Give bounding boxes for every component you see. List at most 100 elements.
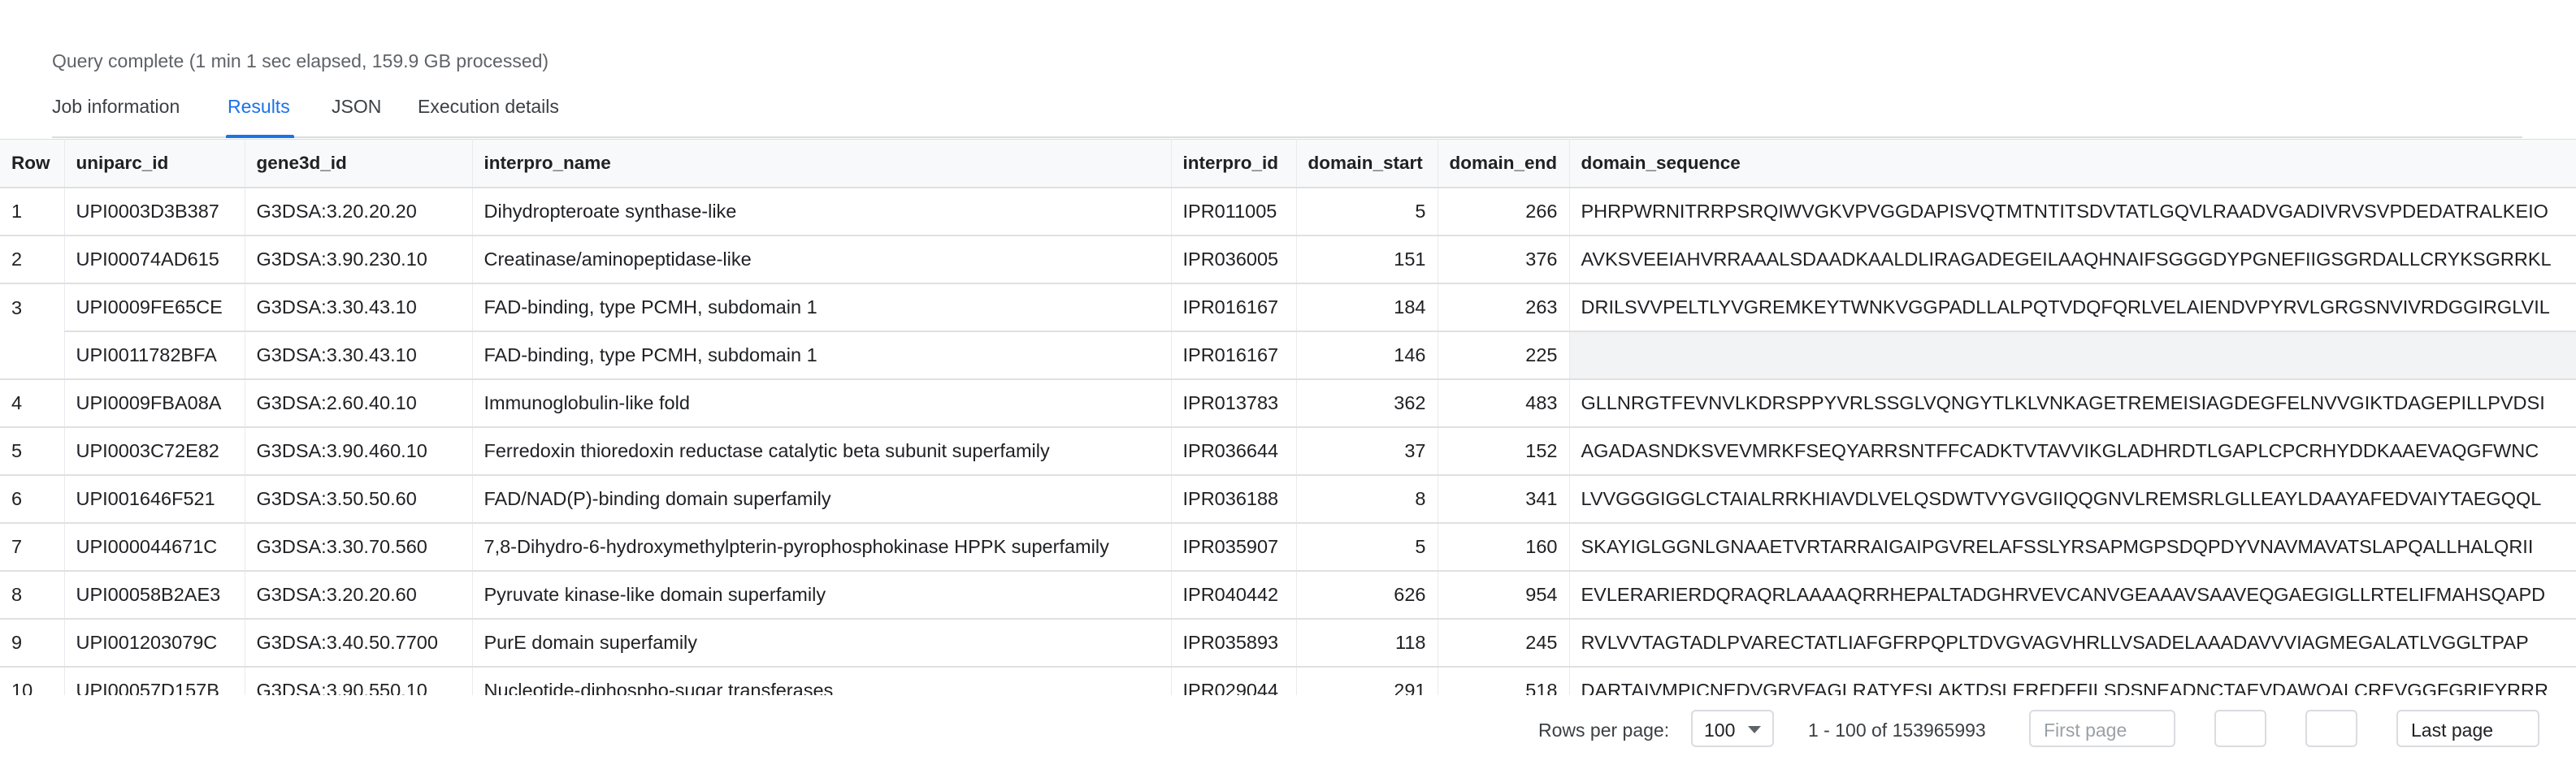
cell-interpro-id[interactable]: IPR035893 [1171, 619, 1297, 668]
tab-job-information[interactable]: Job information [52, 96, 180, 118]
cell-interpro-name[interactable]: Dihydropteroate synthase-like [472, 188, 1172, 236]
cell-domain-sequence[interactable]: GLLNRGTFEVNVLKDRSPPYVRLSSGLVQNGYTLKLVNKA… [1569, 379, 2576, 428]
cell-uniparc-id[interactable]: UPI000044671C [64, 523, 245, 572]
cell-gene3d-id[interactable]: G3DSA:3.50.50.60 [245, 475, 473, 524]
cell-domain-end[interactable]: 341 [1438, 475, 1570, 524]
column-header-interpro-id[interactable]: interpro_id [1171, 139, 1297, 188]
column-header-domain-end[interactable]: domain_end [1438, 139, 1570, 188]
cell-interpro-name[interactable]: FAD-binding, type PCMH, subdomain 1 [472, 331, 1172, 380]
cell-interpro-id[interactable]: IPR011005 [1171, 188, 1297, 236]
cell-domain-sequence[interactable]: AGADASNDKSVEVMRKFSEQYARRSNTFFCADKTVTAVVI… [1569, 427, 2576, 476]
cell-interpro-name[interactable]: 7,8-Dihydro-6-hydroxymethylpterin-pyroph… [472, 523, 1172, 572]
rows-per-page-select[interactable]: 100 [1691, 710, 1774, 747]
cell-interpro-id[interactable]: IPR035907 [1171, 523, 1297, 572]
cell-interpro-id[interactable]: IPR036644 [1171, 427, 1297, 476]
cell-domain-end[interactable]: 152 [1438, 427, 1570, 476]
column-header-domain-sequence[interactable]: domain_sequence [1569, 139, 2576, 188]
cell-gene3d-id[interactable]: G3DSA:3.90.230.10 [245, 236, 473, 284]
row-number: 9 [0, 619, 65, 668]
cell-domain-sequence[interactable]: SKAYIGLGGNLGNAAETVRTARRAIGAIPGVRELAFSSLY… [1569, 523, 2576, 572]
cell-domain-start[interactable]: 184 [1296, 283, 1438, 332]
cell-domain-start[interactable]: 5 [1296, 188, 1438, 236]
cell-gene3d-id[interactable]: G3DSA:3.30.43.10 [245, 283, 473, 332]
cell-domain-end[interactable]: 225 [1438, 331, 1570, 380]
column-header-row[interactable]: Row [0, 139, 65, 188]
cell-domain-start[interactable]: 146 [1296, 331, 1438, 380]
column-header-domain-start[interactable]: domain_start [1296, 139, 1438, 188]
cell-interpro-id[interactable]: IPR029044 [1171, 667, 1297, 695]
cell-uniparc-id[interactable]: UPI0003D3B387 [64, 188, 245, 236]
cell-interpro-name[interactable]: Nucleotide-diphospho-sugar transferases [472, 667, 1172, 695]
cell-gene3d-id[interactable]: G3DSA:3.90.550.10 [245, 667, 473, 695]
rows-per-page-label: Rows per page: [1538, 720, 1670, 741]
cell-uniparc-id[interactable]: UPI001646F521 [64, 475, 245, 524]
cell-uniparc-id[interactable]: UPI00058B2AE3 [64, 571, 245, 620]
cell-gene3d-id[interactable]: G3DSA:3.30.43.10 [245, 331, 473, 380]
cell-domain-end[interactable]: 263 [1438, 283, 1570, 332]
results-tabs: Job information Results JSON Execution d… [52, 86, 2522, 138]
cell-domain-start[interactable]: 151 [1296, 236, 1438, 284]
cell-domain-sequence[interactable]: AVKSVEEIAHVRRAAALSDAADKAALDLIRAGADEGEILA… [1569, 236, 2576, 284]
cell-interpro-name[interactable]: Immunoglobulin-like fold [472, 379, 1172, 428]
cell-gene3d-id[interactable]: G3DSA:3.90.460.10 [245, 427, 473, 476]
cell-gene3d-id[interactable]: G3DSA:3.20.20.20 [245, 188, 473, 236]
first-page-button[interactable]: First page [2029, 710, 2175, 747]
cell-interpro-id[interactable]: IPR016167 [1171, 331, 1297, 380]
cell-gene3d-id[interactable]: G3DSA:2.60.40.10 [245, 379, 473, 428]
cell-domain-end[interactable]: 160 [1438, 523, 1570, 572]
pagination-bar: Rows per page: 100 1 - 100 of 153965993 … [0, 695, 2576, 765]
cell-domain-end[interactable]: 376 [1438, 236, 1570, 284]
cell-domain-start[interactable]: 118 [1296, 619, 1438, 668]
cell-interpro-name[interactable]: Ferredoxin thioredoxin reductase catalyt… [472, 427, 1172, 476]
tab-execution-details[interactable]: Execution details [418, 96, 559, 118]
cell-domain-start[interactable]: 291 [1296, 667, 1438, 695]
table-row: 4 UPI0009FBA08A G3DSA:2.60.40.10 Immunog… [0, 379, 2576, 428]
next-page-button[interactable] [2305, 710, 2357, 747]
cell-uniparc-id[interactable]: UPI00074AD615 [64, 236, 245, 284]
cell-gene3d-id[interactable]: G3DSA:3.30.70.560 [245, 523, 473, 572]
cell-domain-end[interactable]: 483 [1438, 379, 1570, 428]
column-header-interpro-name[interactable]: interpro_name [472, 139, 1172, 188]
cell-uniparc-id[interactable]: UPI0011782BFA [64, 331, 245, 380]
cell-domain-end[interactable]: 245 [1438, 619, 1570, 668]
cell-interpro-name[interactable]: Creatinase/aminopeptidase-like [472, 236, 1172, 284]
cell-interpro-name[interactable]: PurE domain superfamily [472, 619, 1172, 668]
cell-domain-start[interactable]: 37 [1296, 427, 1438, 476]
cell-uniparc-id[interactable]: UPI00057D157B [64, 667, 245, 695]
cell-domain-start[interactable]: 8 [1296, 475, 1438, 524]
last-page-button[interactable]: Last page [2396, 710, 2539, 747]
tab-json[interactable]: JSON [332, 96, 381, 118]
cell-uniparc-id[interactable]: UPI001203079C [64, 619, 245, 668]
cell-domain-sequence[interactable]: RVLVVTAGTADLPVARECTATLIAFGFRPQPLTDVGVAGV… [1569, 619, 2576, 668]
cell-domain-start[interactable]: 5 [1296, 523, 1438, 572]
cell-domain-start[interactable]: 362 [1296, 379, 1438, 428]
cell-uniparc-id[interactable]: UPI0003C72E82 [64, 427, 245, 476]
cell-domain-sequence[interactable]: DARTAIVMPICNEDVGRVFAGLRATYESLAKTDSLERFDF… [1569, 667, 2576, 695]
cell-uniparc-id[interactable]: UPI0009FBA08A [64, 379, 245, 428]
cell-domain-end[interactable]: 266 [1438, 188, 1570, 236]
column-header-gene3d-id[interactable]: gene3d_id [245, 139, 473, 188]
results-grid: Row uniparc_id gene3d_id interpro_name i… [0, 139, 2576, 695]
cell-interpro-name[interactable]: Pyruvate kinase-like domain superfamily [472, 571, 1172, 620]
cell-interpro-name[interactable]: FAD/NAD(P)-binding domain superfamily [472, 475, 1172, 524]
cell-domain-sequence[interactable]: EVLERARIERDQRAQRLAAAAQRRHEPALTADGHRVEVCA… [1569, 571, 2576, 620]
cell-domain-end[interactable]: 954 [1438, 571, 1570, 620]
cell-interpro-id[interactable]: IPR016167 [1171, 283, 1297, 332]
cell-domain-end[interactable]: 518 [1438, 667, 1570, 695]
cell-interpro-name[interactable]: FAD-binding, type PCMH, subdomain 1 [472, 283, 1172, 332]
previous-page-button[interactable] [2214, 710, 2266, 747]
cell-gene3d-id[interactable]: G3DSA:3.20.20.60 [245, 571, 473, 620]
cell-domain-start[interactable]: 626 [1296, 571, 1438, 620]
cell-interpro-id[interactable]: IPR013783 [1171, 379, 1297, 428]
cell-interpro-id[interactable]: IPR036188 [1171, 475, 1297, 524]
cell-interpro-id[interactable]: IPR036005 [1171, 236, 1297, 284]
cell-uniparc-id[interactable]: UPI0009FE65CE [64, 283, 245, 332]
column-header-uniparc-id[interactable]: uniparc_id [64, 139, 245, 188]
table-row: 1 UPI0003D3B387 G3DSA:3.20.20.20 Dihydro… [0, 188, 2576, 236]
tab-results[interactable]: Results [228, 96, 290, 118]
cell-domain-sequence[interactable]: PHRPWRNITRRPSRQIWVGKVPVGGDAPISVQTMTNTITS… [1569, 188, 2576, 236]
cell-domain-sequence[interactable]: LVVGGGIGGLCTAIALRRKHIAVDLVELQSDWTVYGVGII… [1569, 475, 2576, 524]
cell-domain-sequence[interactable]: DRILSVVPELTLYVGREMKEYTWNKVGGPADLLALPQTVD… [1569, 283, 2576, 332]
cell-interpro-id[interactable]: IPR040442 [1171, 571, 1297, 620]
cell-gene3d-id[interactable]: G3DSA:3.40.50.7700 [245, 619, 473, 668]
